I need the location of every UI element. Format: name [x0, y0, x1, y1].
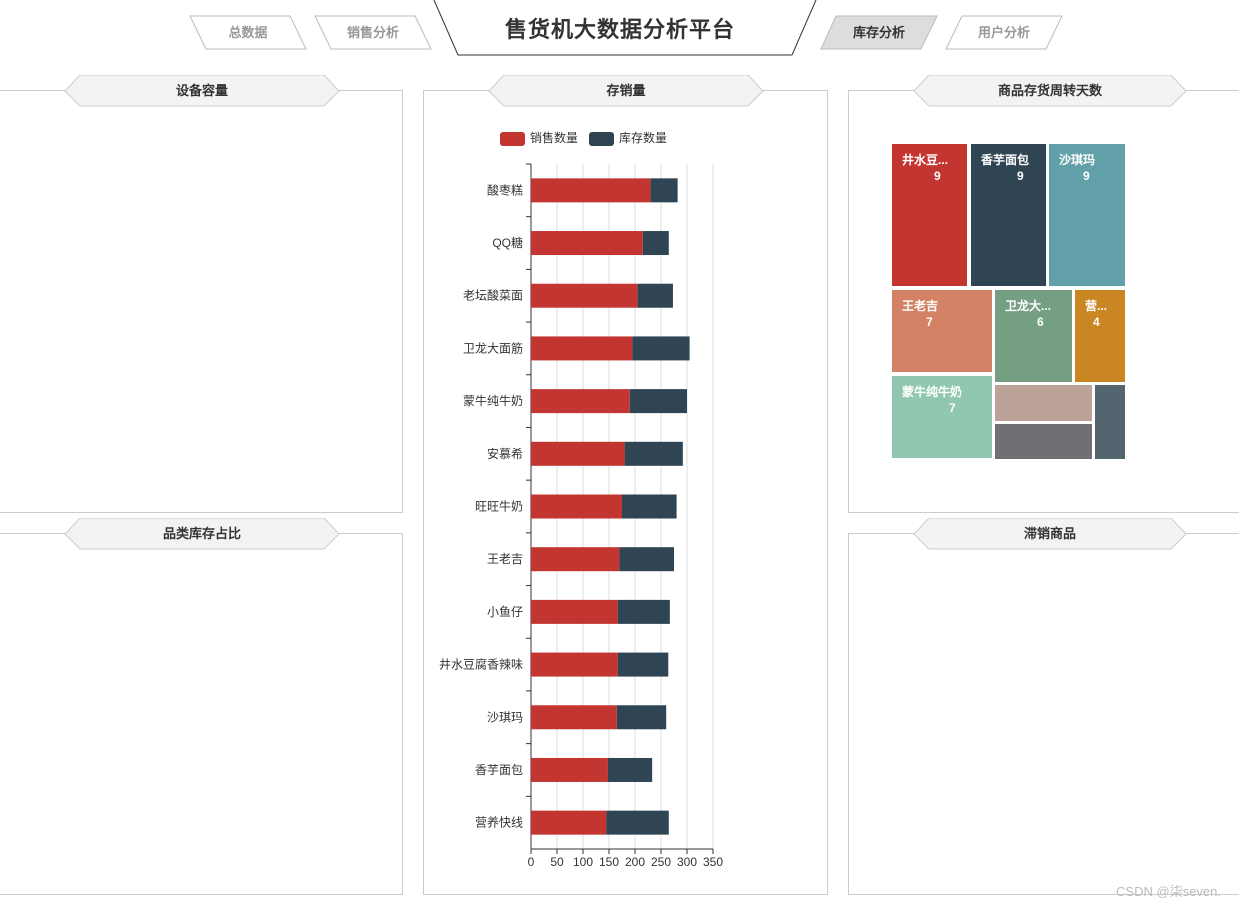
turnover-panel-title: 商品存货周转天数	[997, 83, 1102, 98]
bar-sales	[531, 283, 638, 308]
bar-sales	[531, 494, 622, 519]
bar-stock	[637, 283, 673, 308]
treemap-cell-value: 9	[1017, 169, 1024, 183]
bar-sales	[531, 547, 620, 572]
y-category-label: 蒙牛纯牛奶	[463, 393, 523, 408]
treemap-cell[interactable]: 香芋面包 9	[971, 144, 1046, 286]
bar-stock	[624, 441, 683, 466]
bar-sales	[531, 178, 651, 203]
treemap-cell[interactable]: 王老吉 7	[892, 290, 992, 372]
y-category-label: 沙琪玛	[487, 710, 523, 724]
treemap-cell-name: 香芋面包	[981, 153, 1030, 167]
x-tick-label: 0	[528, 855, 535, 869]
bar-stock	[642, 231, 669, 256]
y-category-label: 香芋面包	[475, 763, 523, 777]
y-category-label: 小鱼仔	[487, 605, 523, 619]
turnover-panel-header: 商品存货周转天数	[913, 75, 1187, 107]
bar-sales	[531, 757, 608, 782]
y-category-label: 营养快线	[475, 815, 523, 830]
treemap-cell-name: 卫龙大...	[1005, 299, 1052, 313]
treemap-cell[interactable]	[1095, 385, 1125, 459]
bar-stock	[622, 494, 677, 519]
treemap-cell-name: 蒙牛纯牛奶	[902, 385, 963, 399]
x-tick-label: 150	[599, 855, 619, 869]
bar-sales	[531, 705, 617, 730]
bar-stock	[617, 599, 670, 624]
bar-stock	[617, 652, 669, 677]
x-tick-label: 350	[703, 855, 723, 869]
slow-moving-panel	[848, 533, 1239, 895]
treemap-cell-value: 9	[934, 169, 941, 183]
x-tick-label: 250	[651, 855, 671, 869]
y-category-label: 卫龙大面筋	[463, 340, 523, 355]
bar-sales	[531, 231, 643, 256]
bar-stock	[619, 547, 674, 572]
treemap-cell[interactable]	[995, 424, 1092, 459]
bar-stock	[629, 389, 687, 414]
y-category-label: QQ糖	[492, 235, 523, 250]
bar-sales	[531, 336, 633, 361]
bar-stock	[616, 705, 667, 730]
treemap-cell[interactable]	[995, 385, 1092, 421]
treemap-cell[interactable]: 沙琪玛 9	[1049, 144, 1125, 286]
y-category-label: 酸枣糕	[487, 182, 523, 197]
treemap-cell[interactable]: 蒙牛纯牛奶 7	[892, 376, 992, 458]
y-category-label: 老坛酸菜面	[463, 288, 523, 303]
treemap-cell-value: 7	[949, 401, 956, 415]
bar-stock	[632, 336, 690, 361]
y-category-label: 井水豆腐香辣味	[439, 657, 523, 672]
slow-moving-panel-title: 滞销商品	[1023, 526, 1076, 541]
treemap-cell-name: 沙琪玛	[1059, 153, 1096, 167]
x-tick-label: 100	[573, 855, 593, 869]
treemap-cell-name: 井水豆...	[902, 153, 949, 167]
treemap-cell-value: 6	[1037, 315, 1044, 329]
y-category-label: 安慕希	[487, 446, 523, 461]
bar-stock	[607, 757, 653, 782]
treemap-cell-name: 营...	[1085, 299, 1108, 313]
treemap-cell[interactable]: 卫龙大... 6	[995, 290, 1072, 382]
treemap-cell-value: 7	[926, 315, 933, 329]
treemap-cell-name: 王老吉	[902, 299, 939, 313]
bar-sales	[531, 441, 625, 466]
x-tick-label: 50	[550, 855, 564, 869]
treemap-cell-value: 9	[1083, 169, 1090, 183]
bar-stock	[606, 810, 669, 835]
y-category-label: 旺旺牛奶	[475, 499, 523, 514]
treemap-cell[interactable]: 营... 4	[1075, 290, 1125, 382]
bar-sales	[531, 810, 607, 835]
watermark: CSDN @柒seven.	[1116, 884, 1221, 899]
y-category-label: 王老吉	[487, 552, 523, 566]
bar-stock	[650, 178, 678, 203]
treemap-cell[interactable]: 井水豆... 9	[892, 144, 967, 286]
bar-sales	[531, 652, 618, 677]
x-tick-label: 200	[625, 855, 645, 869]
treemap-cell-value: 4	[1093, 315, 1100, 329]
slow-moving-panel-header: 滞销商品	[913, 518, 1187, 550]
bar-sales	[531, 389, 630, 414]
x-tick-label: 300	[677, 855, 697, 869]
bar-sales	[531, 599, 618, 624]
